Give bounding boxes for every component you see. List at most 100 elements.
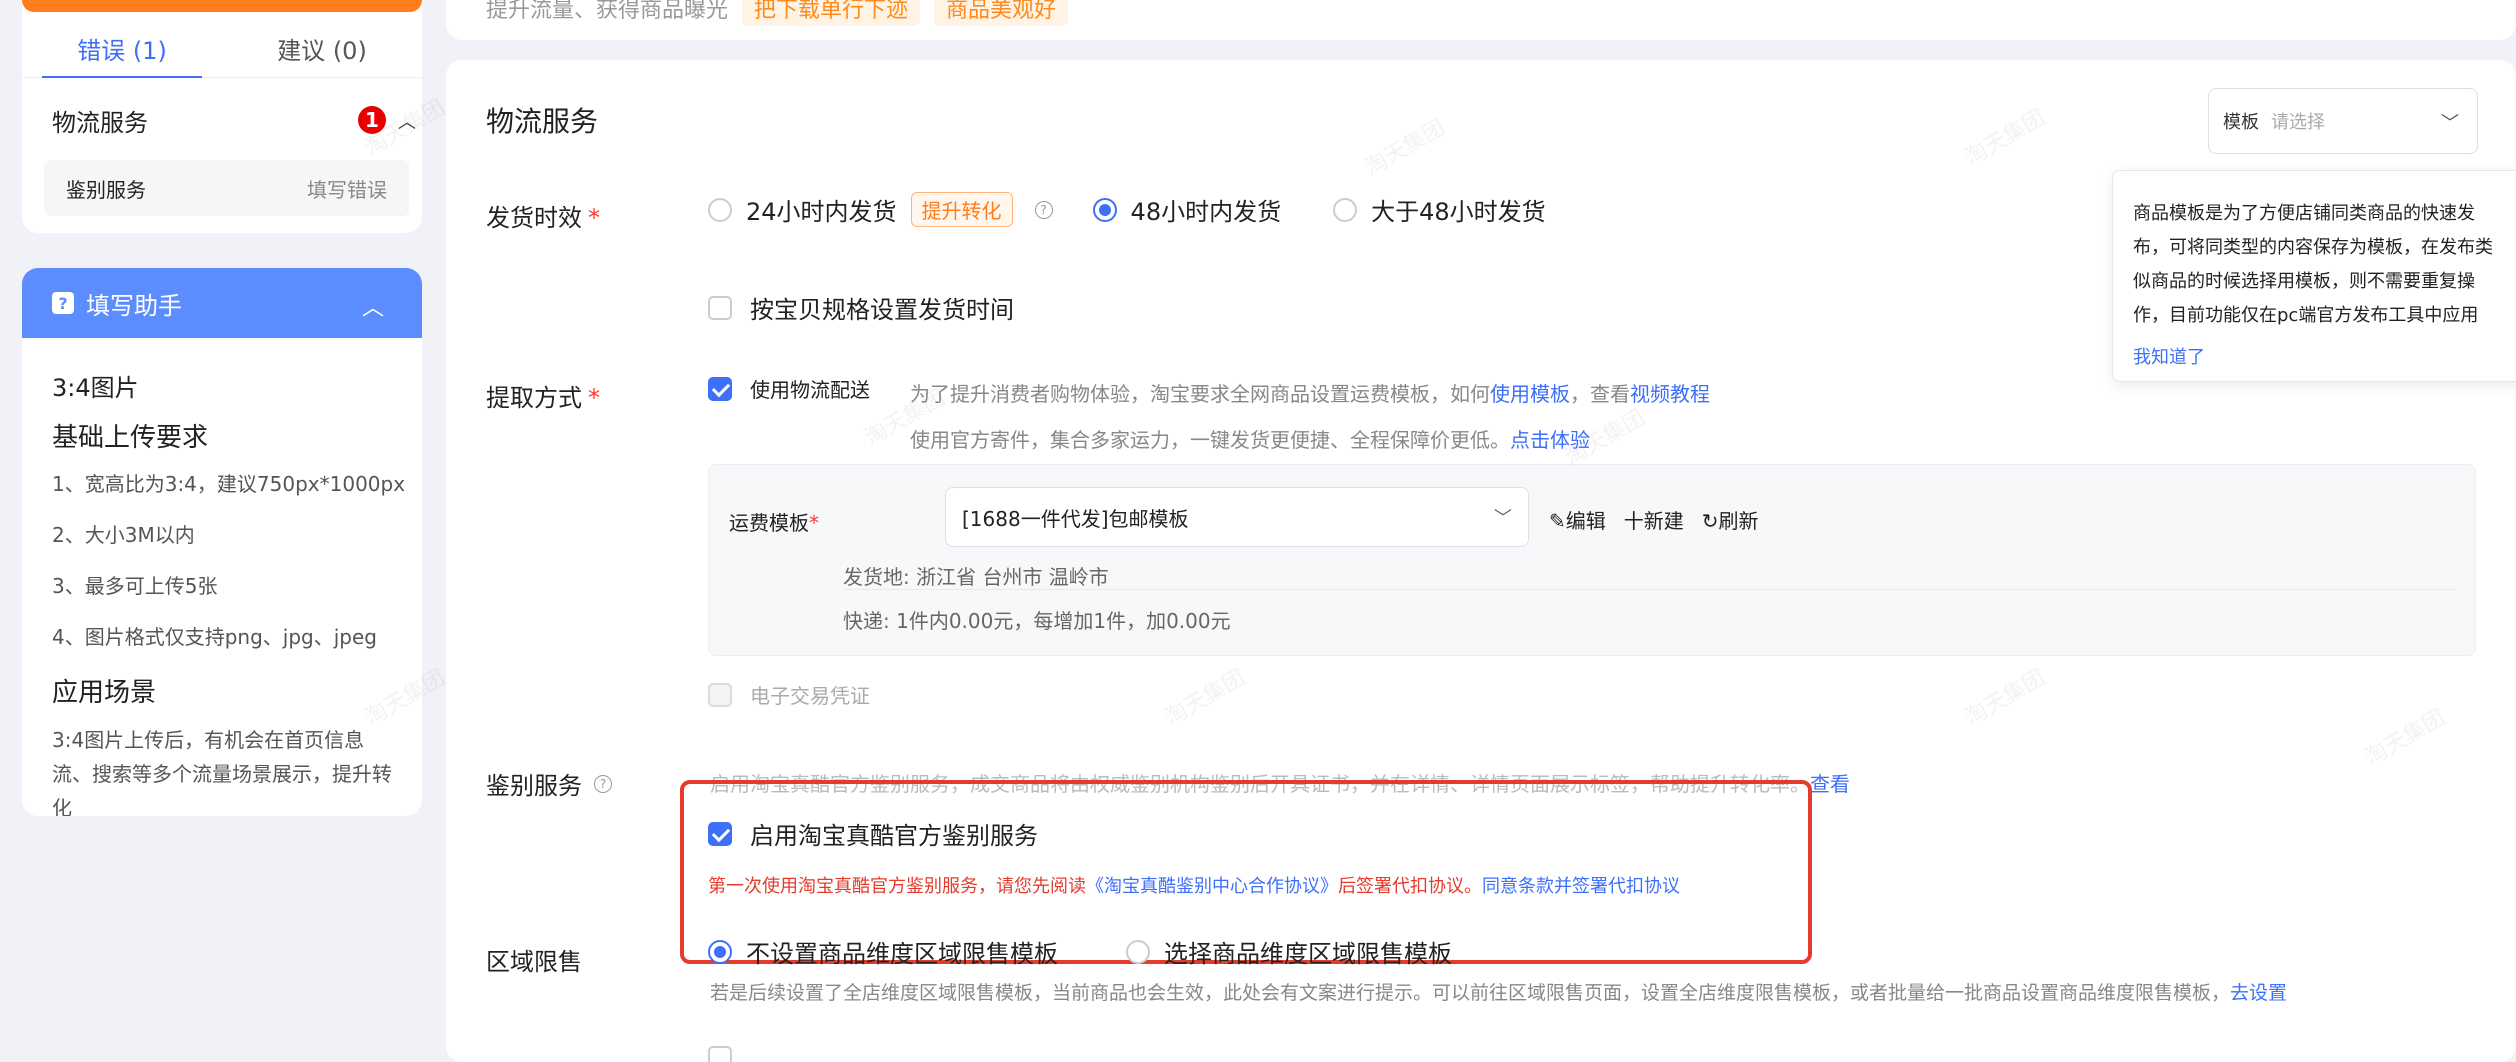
radio-no-region-template[interactable]: 不设置商品维度区域限售模板 [708, 934, 1058, 969]
checkbox-box[interactable] [708, 295, 732, 320]
desc-text: 为了提升消费者购物体验，淘宝要求全网商品设置运费模板，如何 [910, 382, 1490, 406]
chevron-up-icon[interactable]: ︿ [362, 290, 384, 322]
delivery-time-label: 发货时效 * [486, 204, 600, 232]
region-restriction-label: 区域限售 [486, 948, 582, 976]
region-desc: 若是后续设置了全店维度区域限售模板，当前商品也会生效，此处会有文案进行提示。可以… [710, 978, 2287, 1005]
sign-agreement-link[interactable]: 同意条款并签署代扣协议 [1482, 876, 1680, 897]
new-button[interactable]: 十新建 [1624, 505, 1684, 534]
identify-agreement-note: 第一次使用淘宝真酷官方鉴别服务，请您先阅读《淘宝真酷鉴别中心合作协议》后签署代扣… [708, 872, 1680, 898]
desc-text: ，查看 [1570, 382, 1630, 406]
e-voucher-checkbox[interactable]: 电子交易凭证 [708, 680, 870, 709]
view-details-link[interactable]: 查看详细介绍 [1810, 772, 1850, 796]
checkbox-box[interactable] [708, 682, 732, 707]
section-title: 物流服务 [486, 105, 599, 138]
publish-button-edge[interactable] [22, 0, 422, 12]
error-panel: 错误 (1) 建议 (0) 物流服务 1 ︿ 鉴别服务 填写错误 [22, 0, 422, 233]
radio-circle[interactable] [1092, 197, 1117, 222]
agreement-link[interactable]: 《淘宝真酷鉴别中心合作协议》 [1086, 876, 1338, 897]
helper-body: 3:4图片 基础上传要求 1、宽高比为3:4，建议750px*1000px 2、… [22, 338, 422, 816]
freight-template-label: 运费模板* [729, 511, 819, 535]
desc-text: 使用官方寄件，集合多家运力，一键发货更便捷、全程保障价更低。 [910, 428, 1510, 452]
radio-circle[interactable] [1126, 939, 1150, 964]
tooltip-line: 作，目前功能仅在pc端官方发布工具中应用 [2133, 305, 2479, 326]
radio-label: 48小时内发货 [1130, 198, 1282, 226]
chevron-down-icon: ﹀ [2441, 113, 2459, 134]
use-template-link[interactable]: 使用模板 [1490, 382, 1570, 406]
next-row-checkbox[interactable] [708, 1046, 732, 1062]
radio-circle[interactable] [1333, 197, 1358, 222]
radio-circle[interactable] [708, 197, 732, 222]
radio-label: 选择商品维度区域限售模板 [1164, 940, 1452, 968]
peek-pill: 商品美观好 [934, 0, 1069, 26]
template-select-placeholder: 请选择 [2271, 112, 2325, 133]
template-select[interactable]: 模板 请选择 ﹀ [2208, 88, 2478, 154]
peek-text: 提升流量、获得商品曝光 [486, 0, 729, 23]
region-options: 不设置商品维度区域限售模板 选择商品维度区域限售模板 [708, 934, 1452, 969]
video-tutorial-link[interactable]: 视频教程 [1630, 382, 1710, 406]
helper-scene-text: 3:4图片上传后，有机会在首页信息流、搜索等多个流量场景展示，提升转化 [52, 728, 392, 816]
category-label: 物流服务 [52, 108, 148, 137]
freight-template-select[interactable]: [1688一件代发]包邮模板 ﹀ [945, 487, 1529, 547]
checkbox-box[interactable] [708, 376, 732, 401]
helper-item: 3、最多可上传5张 [52, 574, 218, 598]
use-logistics-checkbox[interactable]: 使用物流配送 [708, 374, 870, 403]
helper-title: 填写助手 [86, 291, 182, 320]
template-select-label: 模板 [2223, 112, 2259, 133]
logistics-desc-2: 使用官方寄件，集合多家运力，一键发货更便捷、全程保障价更低。点击体验 [910, 424, 1590, 453]
tooltip-line: 似商品的时候选择用模板，则不需要重复操 [2133, 271, 2475, 292]
checkbox-label: 启用淘宝真酷官方鉴别服务 [750, 822, 1038, 850]
helper-item: 4、图片格式仅支持png、jpg、jpeg [52, 625, 377, 649]
checkbox-label: 电子交易凭证 [750, 684, 870, 708]
error-item-label: 鉴别服务 [66, 177, 146, 202]
enable-identify-checkbox[interactable]: 启用淘宝真酷官方鉴别服务 [708, 816, 1038, 851]
radio-circle[interactable] [708, 939, 732, 964]
radio-48h[interactable]: 48小时内发货 [1092, 192, 1282, 227]
helper-header[interactable]: ? 填写助手 ︿ [22, 268, 422, 338]
logistics-desc-1: 为了提升消费者购物体验，淘宝要求全网商品设置运费模板，如何使用模板，查看视频教程 [910, 378, 1710, 407]
tab-errors[interactable]: 错误 (1) [22, 20, 222, 78]
chevron-up-icon[interactable]: ︿ [398, 108, 416, 134]
template-tooltip: 商品模板是为了方便店铺同类商品的快速发 布，可将同类型的内容保存为模板，在发布类… [2112, 170, 2516, 382]
refresh-button[interactable]: ↻刷新 [1702, 505, 1759, 534]
radio-over-48h[interactable]: 大于48小时发货 [1333, 192, 1546, 227]
express-fee-text: 快递: 1件内0.00元，每增加1件，加0.00元 [843, 609, 1231, 633]
note-text: 第一次使用淘宝真酷官方鉴别服务，请您先阅读 [708, 876, 1086, 897]
helper-subtitle: 基础上传要求 [52, 423, 209, 453]
helper-item: 2、大小3M以内 [52, 523, 195, 547]
ship-from-text: 发货地: 浙江省 台州市 温岭市 [843, 565, 1109, 589]
helper-section-title: 3:4图片 [52, 374, 139, 402]
error-category-logistics[interactable]: 物流服务 1 ︿ [52, 100, 416, 140]
radio-label: 24小时内发货 [746, 198, 897, 226]
error-item-note: 填写错误 [307, 177, 387, 202]
radio-label: 不设置商品维度区域限售模板 [746, 940, 1058, 968]
pickup-method-label: 提取方式 * [486, 384, 600, 412]
delivery-time-label-text: 发货时效 [486, 204, 582, 232]
edit-button[interactable]: ✎编辑 [1549, 505, 1606, 534]
pickup-method-label-text: 提取方式 [486, 384, 582, 412]
go-settings-link[interactable]: 去设置 [2230, 982, 2287, 1004]
radio-select-region-template[interactable]: 选择商品维度区域限售模板 [1126, 934, 1452, 969]
freight-actions: ✎编辑 十新建 ↻刷新 [1549, 505, 1759, 534]
helper-icon: ? [52, 292, 74, 314]
try-now-link[interactable]: 点击体验 [1510, 428, 1590, 452]
error-count-badge: 1 [358, 106, 386, 134]
radio-24h[interactable]: 24小时内发货 [708, 192, 897, 227]
radio-label: 大于48小时发货 [1371, 198, 1546, 226]
previous-card-edge: 提升流量、获得商品曝光 把下载单行下迹 商品美观好 [446, 0, 2516, 40]
by-sku-checkbox[interactable]: 按宝贝规格设置发货时间 [708, 290, 1014, 325]
help-icon[interactable]: ? [1034, 200, 1053, 219]
tooltip-dismiss-link[interactable]: 我知道了 [2133, 343, 2516, 369]
chevron-down-icon: ﹀ [1494, 508, 1512, 529]
checkbox-label: 按宝贝规格设置发货时间 [750, 296, 1014, 324]
tab-suggestions[interactable]: 建议 (0) [222, 20, 422, 77]
identify-label-text: 鉴别服务 [486, 772, 582, 800]
tooltip-line: 商品模板是为了方便店铺同类商品的快速发 [2133, 203, 2475, 224]
help-icon[interactable]: ? [594, 774, 612, 793]
freight-template-box: 运费模板* [1688一件代发]包邮模板 ﹀ ✎编辑 十新建 ↻刷新 发货地: … [708, 464, 2476, 656]
note-text: 后签署代扣协议。 [1338, 876, 1482, 897]
helper-item: 1、宽高比为3:4，建议750px*1000px [52, 472, 406, 496]
checkbox-box[interactable] [708, 821, 732, 846]
error-tabs: 错误 (1) 建议 (0) [22, 20, 422, 78]
checkbox-label: 使用物流配送 [750, 378, 870, 402]
error-item-identify[interactable]: 鉴别服务 填写错误 [44, 160, 409, 216]
